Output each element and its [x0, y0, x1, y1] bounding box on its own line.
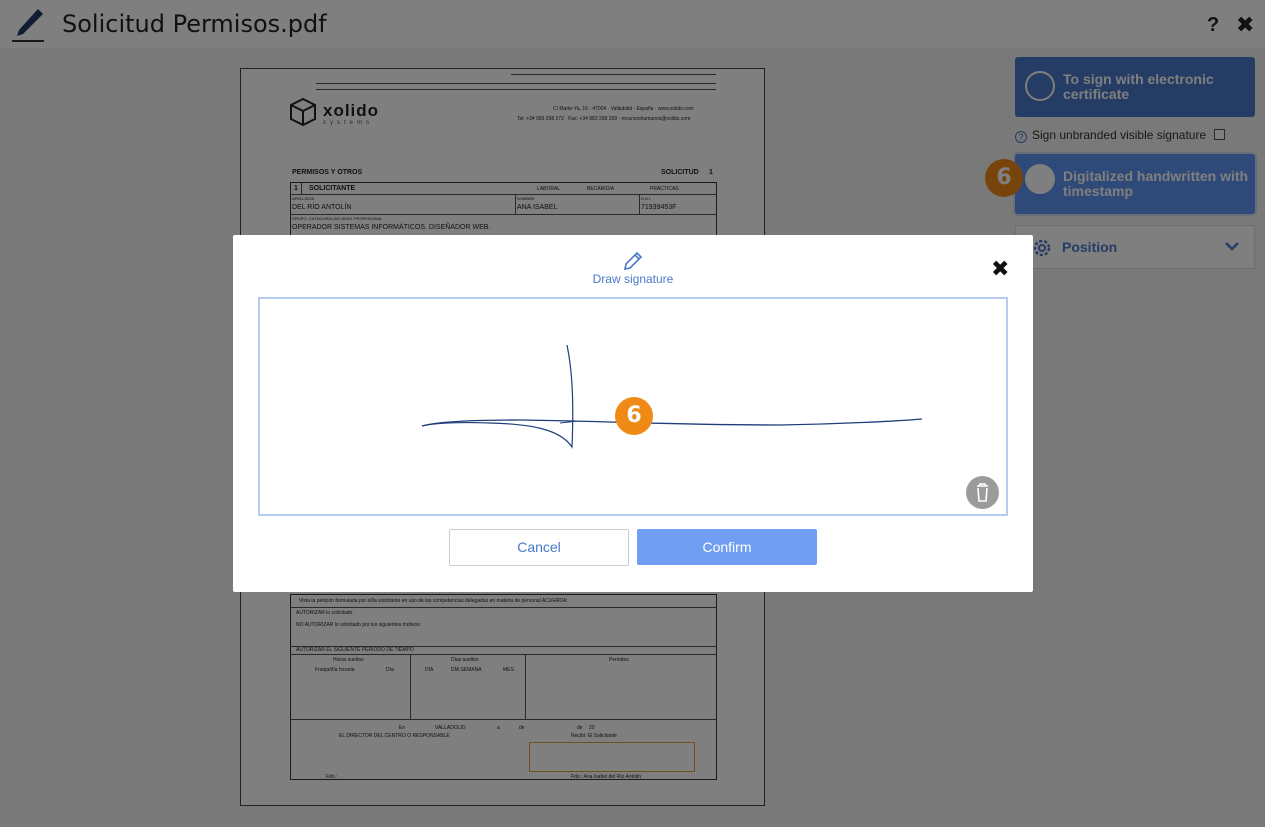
dialog-title: Draw signature [592, 272, 674, 286]
signature-canvas[interactable]: 6 [258, 297, 1008, 516]
pencil-icon [623, 251, 643, 271]
trash-icon [977, 483, 988, 502]
clear-signature-button[interactable] [966, 476, 999, 509]
close-dialog-button[interactable]: ✖ [991, 256, 1009, 282]
cancel-button[interactable]: Cancel [449, 529, 629, 566]
draw-signature-dialog: Draw signature ✖ 6 Cancel Confirm [233, 235, 1033, 592]
step-badge: 6 [615, 397, 653, 435]
confirm-button[interactable]: Confirm [637, 529, 817, 565]
